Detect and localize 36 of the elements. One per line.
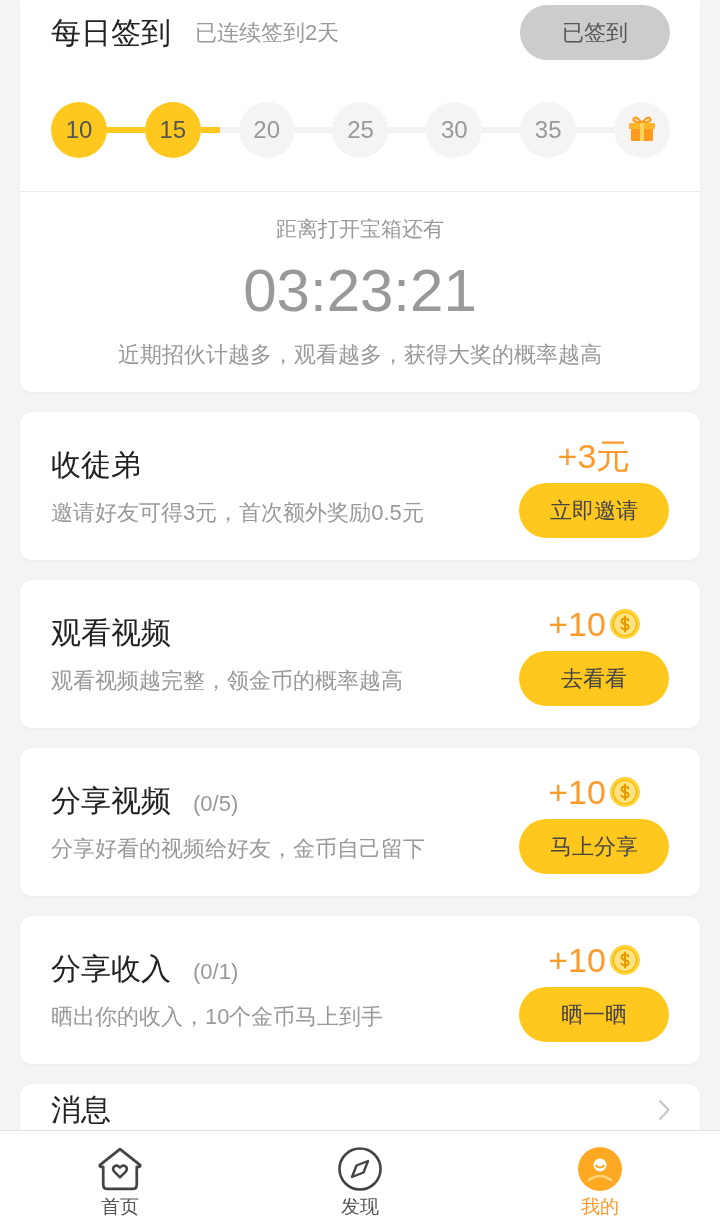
reward-amount: +3元 <box>557 436 631 476</box>
task-title: 分享视频 <box>51 783 171 819</box>
chest-hint: 近期招伙计越多，观看越多，获得大奖的概率越高 <box>118 341 602 369</box>
task-button[interactable]: 立即邀请 <box>519 483 669 538</box>
task-title: 分享收入 <box>51 951 171 987</box>
streak-text: 已连续签到2天 <box>195 18 340 47</box>
countdown-timer: 03:23:21 <box>243 256 477 326</box>
task-title: 收徒弟 <box>51 447 141 483</box>
home-icon <box>98 1147 142 1191</box>
signin-title: 每日签到 <box>51 14 171 51</box>
task-description: 邀请好友可得3元，首次额外奖励0.5元 <box>51 499 424 527</box>
task-description: 晒出你的收入，10个金币马上到手 <box>51 1003 384 1031</box>
reward-amount: +10 <box>548 604 606 644</box>
completion-count: (0/1) <box>193 959 239 985</box>
task-button[interactable]: 马上分享 <box>519 819 669 874</box>
completion-count: (0/5) <box>193 791 239 817</box>
tab-item[interactable]: 发现 <box>240 1131 480 1229</box>
day-marker: 30 <box>426 102 483 158</box>
chest-label: 距离打开宝箱还有 <box>276 216 444 242</box>
day-marker: 10 <box>51 102 107 158</box>
task-title: 观看视频 <box>51 615 171 651</box>
task-description: 观看视频越完整，领金币的概率越高 <box>51 667 403 695</box>
reward-amount: +10 <box>548 940 606 980</box>
day-marker: 15 <box>144 102 201 158</box>
avatar-icon <box>578 1147 622 1191</box>
task-description: 分享好看的视频给好友，金币自己留下 <box>51 835 425 863</box>
task-button[interactable]: 晒一晒 <box>519 987 669 1042</box>
day-marker: 25 <box>332 102 389 158</box>
task-button[interactable]: 去看看 <box>519 651 669 706</box>
reward-amount: +10 <box>548 772 606 812</box>
message-row[interactable]: 消息 <box>20 1084 700 1130</box>
tab-item[interactable]: 首页 <box>0 1131 240 1229</box>
day-marker: 35 <box>520 102 577 158</box>
compass-icon <box>338 1147 382 1191</box>
day-marker: 20 <box>238 102 295 158</box>
chevron-icon <box>658 1099 670 1121</box>
